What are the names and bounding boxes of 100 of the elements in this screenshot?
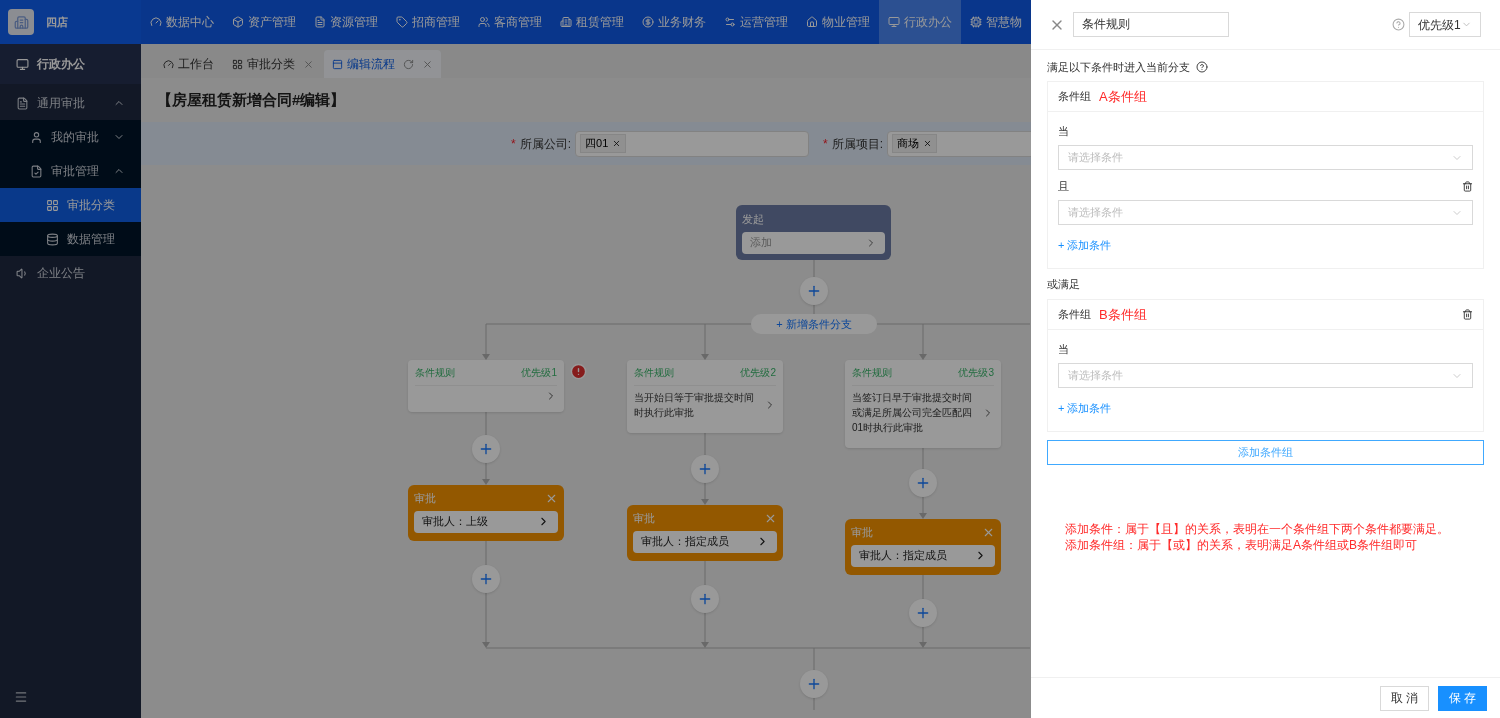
condition-connector: 且 [1058, 178, 1069, 194]
note-text: 添加条件组：属于【或】的关系，表明满足A条件组或B条件组即可 [1065, 537, 1418, 553]
add-node-button[interactable] [472, 565, 500, 593]
refresh-icon[interactable] [403, 58, 414, 70]
connector-arrow [701, 323, 709, 360]
add-node-button[interactable] [691, 585, 719, 613]
sidebar-item[interactable]: 企业公告 [0, 256, 141, 290]
nav-tab[interactable]: 资产管理 [223, 0, 305, 44]
sidebar-item[interactable]: 数据管理 [0, 222, 141, 256]
condition-card[interactable]: 条件规则 优先级2 当开始日等于审批提交时间时执行此审批 [627, 360, 783, 433]
group-label: 条件组 [1058, 89, 1091, 105]
condition-connector: 当 [1058, 341, 1069, 357]
approver-field[interactable]: 审批人：指定成员 [851, 544, 995, 567]
plus-icon [478, 441, 494, 457]
approver-field[interactable]: 审批人：指定成员 [633, 530, 777, 553]
logo-text: 四店 [46, 14, 68, 30]
add-node-button[interactable] [800, 670, 828, 698]
add-node-button[interactable] [909, 469, 937, 497]
collapse-menu-icon[interactable] [14, 690, 28, 704]
approval-node[interactable]: 审批 审批人：指定成员 [845, 519, 1001, 575]
nav-icon [232, 16, 244, 28]
condition-text: 当签订日早于审批提交时间或满足所属公司完全匹配四01时执行此审批 [852, 391, 973, 435]
nav-icon [724, 16, 736, 28]
nav-tab[interactable]: 物业管理 [797, 0, 879, 44]
menu-item-icon [16, 96, 29, 110]
group-name: B条件组 [1099, 305, 1147, 324]
condition-card[interactable]: 条件规则 优先级1 [408, 360, 564, 412]
tab-icon [332, 58, 343, 70]
filter-label: 所属公司: [519, 135, 571, 153]
plus-icon [915, 475, 931, 491]
plus-icon [478, 571, 494, 587]
add-node-button[interactable] [800, 277, 828, 305]
nav-tab[interactable]: 数据中心 [141, 0, 223, 44]
nav-tab[interactable]: 运营管理 [715, 0, 797, 44]
connector-arrow [482, 323, 490, 360]
node-title: 审批 [633, 511, 655, 526]
priority-label: 优先级2 [740, 366, 776, 380]
menu-item-icon [46, 232, 59, 246]
select-tag[interactable]: 四01 [580, 134, 627, 153]
nav-icon [888, 16, 900, 28]
add-group-button[interactable]: 添加条件组 [1047, 440, 1484, 465]
plus-icon [806, 676, 822, 692]
close-icon[interactable] [422, 58, 433, 70]
nav-icon [970, 16, 982, 28]
sidebar-item[interactable]: 通用审批 [0, 86, 141, 120]
nav-icon [806, 16, 818, 28]
condition-title: 条件规则 [852, 366, 892, 380]
add-node-button[interactable] [909, 599, 937, 627]
nav-icon [560, 16, 572, 28]
save-button[interactable]: 保 存 [1438, 685, 1487, 711]
approval-node[interactable]: 审批 审批人：指定成员 [627, 505, 783, 561]
nav-tab[interactable]: 租赁管理 [551, 0, 633, 44]
required-mark: * [823, 135, 828, 153]
approver-field[interactable]: 审批人：上级 [414, 510, 558, 533]
approval-node[interactable]: 审批 审批人：上级 [408, 485, 564, 541]
sidebar-item[interactable]: 我的审批 [0, 120, 141, 154]
nav-tab[interactable]: 业务财务 [633, 0, 715, 44]
nav-tab[interactable]: 资源管理 [305, 0, 387, 44]
sidebar-title: 行政办公 [37, 56, 85, 73]
page-tab[interactable]: 审批分类 [224, 50, 322, 78]
remove-tag-icon[interactable] [612, 139, 622, 148]
close-icon[interactable] [303, 58, 314, 70]
nav-tab[interactable]: 客商管理 [469, 0, 551, 44]
condition-card[interactable]: 条件规则 优先级3 当签订日早于审批提交时间或满足所属公司完全匹配四01时执行此审批 [845, 360, 1001, 448]
title-input[interactable]: 条件规则 [1073, 12, 1229, 37]
page-tab[interactable]: 编辑流程 [324, 50, 441, 78]
help-icon[interactable] [1196, 61, 1208, 73]
nav-icon [478, 16, 490, 28]
sidebar-item[interactable]: 审批分类 [0, 188, 141, 222]
add-node-button[interactable] [691, 455, 719, 483]
condition-title: 条件规则 [415, 366, 455, 380]
condition-connector: 当 [1058, 123, 1069, 139]
nav-icon [314, 16, 326, 28]
note-text: 添加条件：属于【且】的关系，表明在一个条件组下两个条件都要满足。 [1065, 521, 1450, 537]
delete-icon[interactable] [1462, 180, 1473, 192]
add-node-button[interactable] [472, 435, 500, 463]
add-condition-link[interactable]: + 添加条件 [1058, 237, 1112, 254]
page-tab[interactable]: 工作台 [155, 50, 222, 78]
condition-title: 条件规则 [634, 366, 674, 380]
sidebar-item[interactable]: 审批管理 [0, 154, 141, 188]
remove-tag-icon[interactable] [923, 139, 933, 148]
priority-label: 优先级3 [958, 366, 994, 380]
plus-icon [915, 605, 931, 621]
select-tag[interactable]: 商场 [892, 134, 938, 153]
node-title: 审批 [414, 491, 436, 506]
logo-icon [8, 9, 34, 35]
menu-item-icon [30, 130, 43, 144]
nav-tab[interactable]: 行政办公 [879, 0, 961, 44]
priority-select[interactable]: 优先级1 [1409, 12, 1481, 37]
add-condition-link[interactable]: + 添加条件 [1058, 400, 1112, 417]
cancel-button[interactable]: 取 消 [1380, 685, 1429, 711]
help-icon[interactable] [1392, 18, 1405, 31]
nav-tab[interactable]: 招商管理 [387, 0, 469, 44]
monitor-icon [16, 57, 29, 71]
delete-icon[interactable] [1462, 309, 1473, 320]
plus-icon [697, 461, 713, 477]
nav-icon [150, 16, 162, 28]
select-field[interactable]: 四01 [575, 130, 809, 157]
add-branch-button[interactable]: + 新增条件分支 [751, 314, 877, 334]
nav-icon [642, 16, 654, 28]
